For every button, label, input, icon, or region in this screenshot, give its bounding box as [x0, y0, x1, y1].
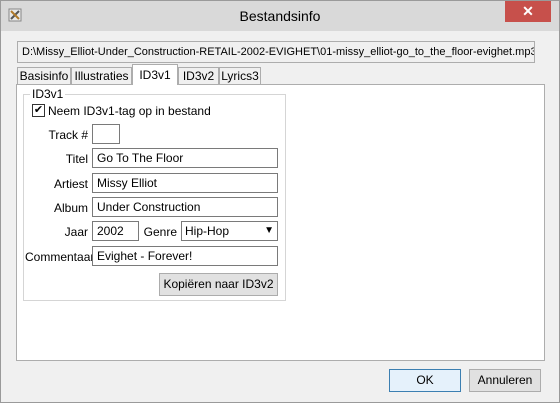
tab-id3v1[interactable]: ID3v1 — [132, 64, 178, 85]
year-label: Jaar — [64, 225, 88, 239]
checkmark-icon: ✔ — [33, 104, 44, 116]
album-label: Album — [53, 201, 88, 215]
file-info-dialog: Bestandsinfo ✕ D:\Missy_Elliot-Under_Con… — [0, 0, 560, 403]
track-input[interactable] — [92, 124, 120, 144]
cancel-button[interactable]: Annuleren — [469, 369, 541, 392]
comment-input[interactable]: Evighet - Forever! — [92, 246, 278, 266]
comment-label: Commentaar — [25, 250, 95, 264]
artist-input[interactable]: Missy Elliot — [92, 173, 278, 193]
tab-illustraties[interactable]: Illustraties — [71, 67, 132, 84]
genre-selected-value: Hip-Hop — [185, 224, 230, 238]
title-bar: Bestandsinfo ✕ — [1, 1, 559, 31]
tab-lyrics3[interactable]: Lyrics3 — [219, 67, 261, 84]
close-button[interactable]: ✕ — [505, 1, 551, 22]
year-input[interactable]: 2002 — [92, 221, 139, 241]
artist-label: Artiest — [53, 177, 88, 191]
ok-button[interactable]: OK — [389, 369, 461, 392]
title-label: Titel — [65, 152, 88, 166]
track-label: Track # — [48, 128, 88, 142]
title-input[interactable]: Go To The Floor — [92, 148, 278, 168]
file-path-field[interactable]: D:\Missy_Elliot-Under_Construction-RETAI… — [17, 41, 535, 63]
id3v1-group-label: ID3v1 — [30, 87, 66, 101]
tab-basisinfo[interactable]: Basisinfo — [17, 67, 71, 84]
tab-id3v2[interactable]: ID3v2 — [178, 67, 219, 84]
chevron-down-icon: ▼ — [264, 225, 274, 236]
include-tag-checkbox[interactable]: ✔ — [32, 104, 45, 117]
genre-label: Genre — [143, 225, 177, 239]
include-tag-label: Neem ID3v1-tag op in bestand — [48, 104, 211, 118]
window-title: Bestandsinfo — [239, 8, 321, 24]
genre-select[interactable]: Hip-Hop ▼ — [181, 221, 278, 241]
album-input[interactable]: Under Construction — [92, 197, 278, 217]
copy-to-id3v2-button[interactable]: Kopiëren naar ID3v2 — [159, 273, 278, 296]
